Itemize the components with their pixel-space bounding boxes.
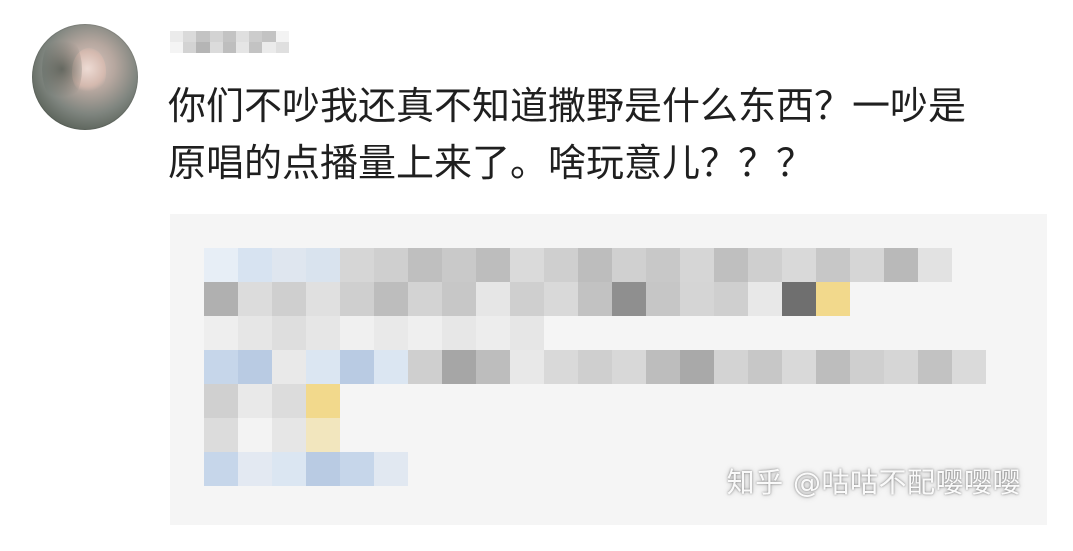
mosaic-tile	[612, 282, 646, 316]
mosaic-tile	[340, 316, 374, 350]
watermark: 知乎 @咕咕不配嘤嘤嘤	[726, 466, 1021, 499]
mosaic-tile	[714, 282, 748, 316]
mosaic-tile	[204, 248, 238, 282]
mosaic-tile	[680, 350, 714, 384]
mosaic-tile	[884, 350, 918, 384]
mosaic-tile	[204, 452, 238, 486]
mosaic-tile	[714, 248, 748, 282]
mosaic-tile	[374, 282, 408, 316]
mosaic-tile	[850, 350, 884, 384]
mosaic-tile	[578, 350, 612, 384]
mosaic-tile	[918, 350, 952, 384]
mosaic-tile	[816, 350, 850, 384]
mosaic-tile	[544, 350, 578, 384]
mosaic-tile	[340, 350, 374, 384]
mosaic-tile	[306, 350, 340, 384]
mosaic-tile	[782, 282, 816, 316]
mosaic-tile	[476, 316, 510, 350]
mosaic-tile	[238, 282, 272, 316]
mosaic-tile	[884, 248, 918, 282]
mosaic-tile	[442, 316, 476, 350]
comment-text-line1: 你们不吵我还真不知道撒野是什么东西？一吵是	[168, 84, 967, 128]
mosaic-tile	[918, 248, 952, 282]
comment-text-line2: 原唱的点播量上来了。啥玩意儿？？？	[168, 141, 815, 185]
redacted-quoted-card: 知乎 @咕咕不配嘤嘤嘤	[170, 214, 1047, 525]
mosaic-tile	[238, 248, 272, 282]
mosaic-tile	[272, 384, 306, 418]
mosaic-tile	[442, 282, 476, 316]
mosaic-tile	[816, 282, 850, 316]
mosaic-tile	[272, 282, 306, 316]
mosaic-tile	[238, 384, 272, 418]
mosaic-tile	[782, 350, 816, 384]
mosaic-tile	[374, 248, 408, 282]
mosaic-tile	[238, 316, 272, 350]
mosaic-tile	[340, 248, 374, 282]
mosaic-tile	[340, 452, 374, 486]
mosaic-tile	[204, 282, 238, 316]
mosaic-tile	[748, 350, 782, 384]
mosaic-tile	[306, 418, 340, 452]
mosaic-tile	[680, 248, 714, 282]
mosaic-tile	[306, 282, 340, 316]
mosaic-tile	[442, 248, 476, 282]
mosaic-tile	[272, 452, 306, 486]
mosaic-tile	[714, 350, 748, 384]
mosaic-tile	[476, 282, 510, 316]
mosaic-tile	[612, 248, 646, 282]
mosaic-tile	[374, 316, 408, 350]
mosaic-tile	[612, 350, 646, 384]
mosaic-tile	[442, 350, 476, 384]
avatar[interactable]	[32, 24, 138, 130]
mosaic-tile	[306, 452, 340, 486]
mosaic-tile	[646, 350, 680, 384]
mosaic-tile	[816, 248, 850, 282]
mosaic-tile	[476, 350, 510, 384]
mosaic-tile	[306, 384, 340, 418]
mosaic-tile	[272, 316, 306, 350]
mosaic-tile	[680, 282, 714, 316]
mosaic-tile	[408, 248, 442, 282]
mosaic-tile	[782, 248, 816, 282]
mosaic-tile	[306, 316, 340, 350]
mosaic-tile	[646, 282, 680, 316]
mosaic-tile	[238, 452, 272, 486]
mosaic-tile	[952, 350, 986, 384]
mosaic-tile	[748, 282, 782, 316]
mosaic-tile	[408, 282, 442, 316]
mosaic-tile	[340, 282, 374, 316]
mosaic-tile	[238, 418, 272, 452]
mosaic-tile	[204, 418, 238, 452]
mosaic-tile	[204, 316, 238, 350]
mosaic-tile	[374, 452, 408, 486]
mosaic-tile	[544, 282, 578, 316]
comment-text: 你们不吵我还真不知道撒野是什么东西？一吵是 原唱的点播量上来了。啥玩意儿？？？	[168, 78, 1043, 192]
mosaic-tile	[544, 248, 578, 282]
mosaic-tile	[306, 248, 340, 282]
mosaic-tile	[408, 350, 442, 384]
mosaic-tile	[272, 350, 306, 384]
username-redacted-mosaic	[170, 31, 302, 53]
mosaic-tile	[748, 248, 782, 282]
mosaic-tile	[510, 282, 544, 316]
mosaic-tile	[272, 248, 306, 282]
mosaic-tile	[510, 316, 544, 350]
mosaic-tile	[510, 350, 544, 384]
mosaic-tile	[646, 248, 680, 282]
mosaic-tile	[374, 350, 408, 384]
mosaic-tile	[272, 418, 306, 452]
mosaic-tile	[204, 350, 238, 384]
mosaic-tile	[476, 248, 510, 282]
mosaic-tile	[238, 350, 272, 384]
mosaic-tile	[510, 248, 544, 282]
mosaic-tile	[578, 282, 612, 316]
mosaic-tile	[850, 248, 884, 282]
mosaic-tile	[408, 316, 442, 350]
mosaic-tile	[578, 248, 612, 282]
mosaic-tile	[204, 384, 238, 418]
